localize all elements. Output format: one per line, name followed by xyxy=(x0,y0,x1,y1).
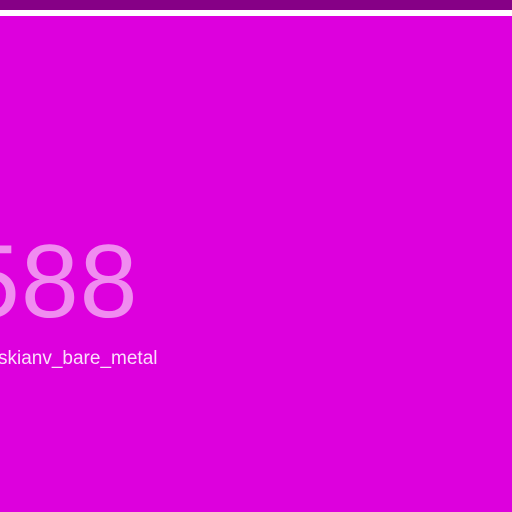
big-number-display: 588 xyxy=(0,224,139,340)
status-bar xyxy=(0,0,512,10)
config-label: skianv_bare_metal xyxy=(0,348,158,369)
app-screen: 588 skianv_bare_metal xyxy=(0,0,512,512)
